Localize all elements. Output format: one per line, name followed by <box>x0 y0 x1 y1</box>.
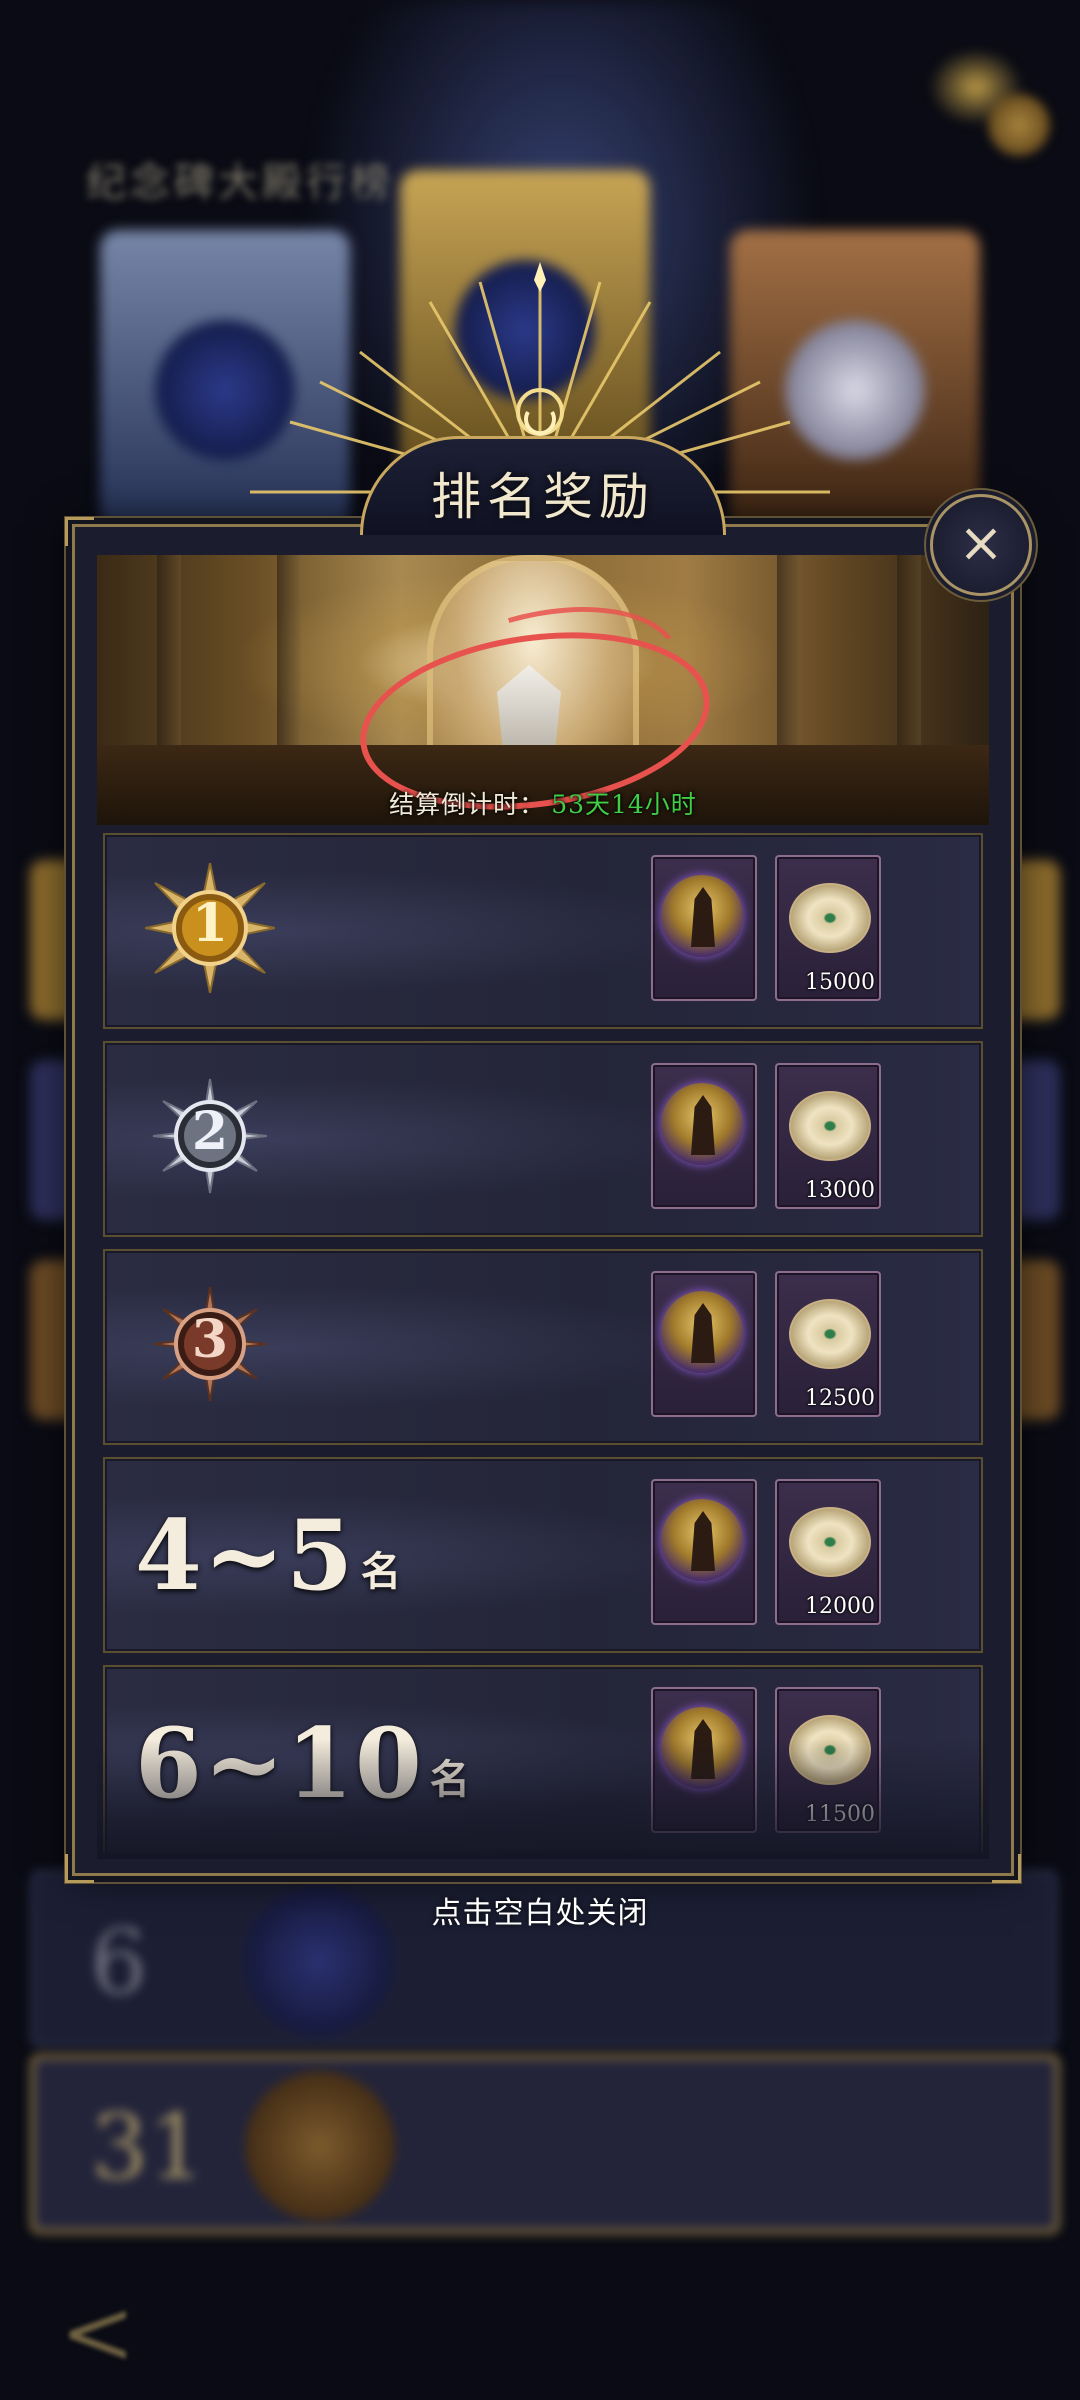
rank-2-medal-icon: 2 <box>145 1071 275 1201</box>
background-title: 纪念碑大殿行榜 <box>86 160 394 206</box>
countdown-label: 结算倒计时： <box>389 790 546 819</box>
rank-range-label: 4~5 名 <box>135 1499 404 1612</box>
settlement-countdown: 结算倒计时： 53天14小时 <box>97 785 989 821</box>
rank-range-label: 6~10 名 <box>135 1707 472 1820</box>
reward-item-coin[interactable]: 15000 <box>775 855 881 1001</box>
reward-item-coin[interactable]: 13000 <box>775 1063 881 1209</box>
close-button[interactable]: × <box>930 494 1032 596</box>
rank-1-medal-icon: 1 <box>145 863 275 993</box>
tap-to-close-hint[interactable]: 点击空白处关闭 <box>0 1888 1080 1932</box>
reward-item-hero-card[interactable] <box>651 1687 757 1833</box>
reward-item-hero-card[interactable] <box>651 1479 757 1625</box>
back-arrow-icon[interactable]: < <box>60 2280 135 2385</box>
reward-item-hero-card[interactable] <box>651 1271 757 1417</box>
reward-row-rank-4-5: 4~5 名 12000 <box>103 1457 983 1653</box>
eye-coin-icon <box>789 1507 871 1577</box>
eye-coin-icon <box>789 1091 871 1161</box>
reward-list[interactable]: 1 15000 2 13000 3 12500 4~5 名 12000 6~10… <box>103 833 983 1853</box>
currency-icon <box>920 48 1060 158</box>
modal-title-plate: 排名奖励 <box>360 436 726 535</box>
reward-item-coin[interactable]: 12000 <box>775 1479 881 1625</box>
reward-item-hero-card[interactable] <box>651 1063 757 1209</box>
reward-item-hero-card[interactable] <box>651 855 757 1001</box>
eye-coin-icon <box>789 1299 871 1369</box>
ranking-reward-modal: 结算倒计时： 53天14小时 1 15000 2 13000 3 12500 4… <box>65 517 1021 1883</box>
reward-row-rank-1: 1 15000 <box>103 833 983 1029</box>
reward-item-coin[interactable]: 12500 <box>775 1271 881 1417</box>
reward-row-rank-3: 3 12500 <box>103 1249 983 1445</box>
countdown-value: 53天14小时 <box>551 790 697 819</box>
reward-row-rank-2: 2 13000 <box>103 1041 983 1237</box>
close-icon: × <box>958 511 1004 574</box>
background-my-rank-row: 31 <box>30 2054 1060 2234</box>
reward-item-coin[interactable]: 11500 <box>775 1687 881 1833</box>
rank-3-medal-icon: 3 <box>145 1279 275 1409</box>
eye-coin-icon <box>789 1715 871 1785</box>
reward-row-rank-6-10: 6~10 名 11500 <box>103 1665 983 1853</box>
reward-banner-image: 结算倒计时： 53天14小时 <box>97 555 989 825</box>
eye-coin-icon <box>789 883 871 953</box>
modal-title: 排名奖励 <box>431 468 655 526</box>
